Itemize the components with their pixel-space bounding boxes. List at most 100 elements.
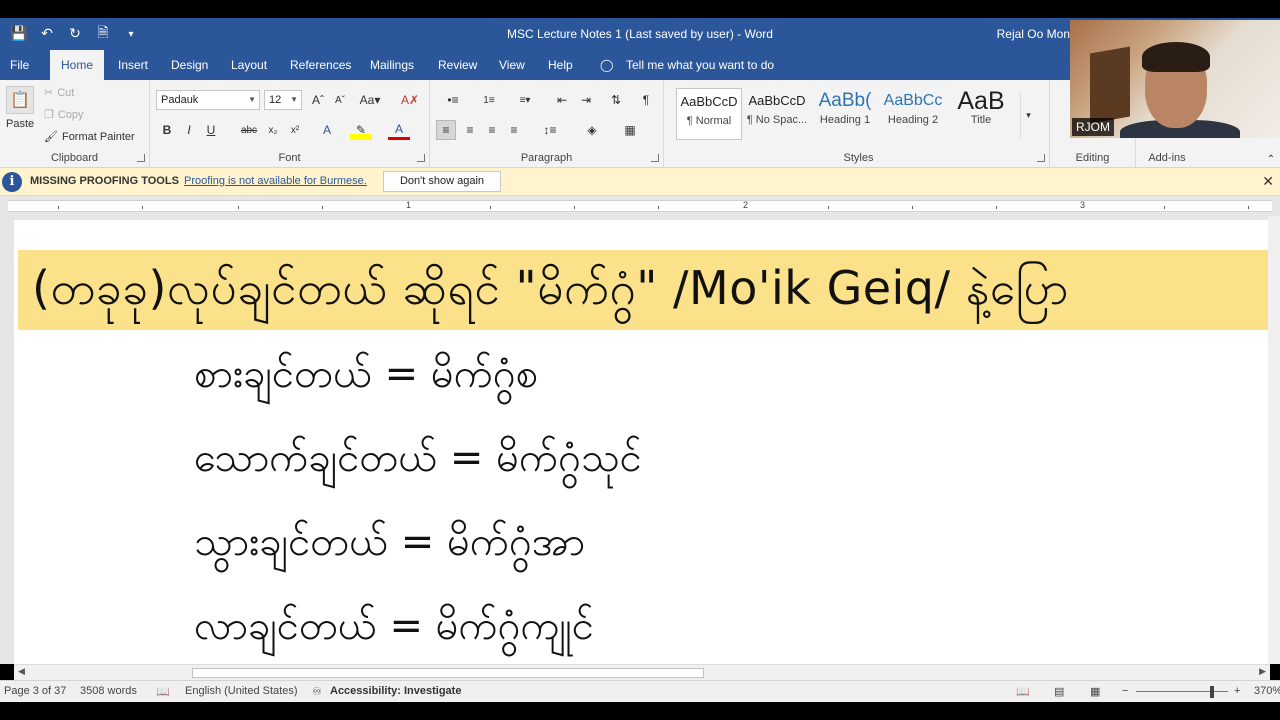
copy-button[interactable]: ❐ Copy [44, 108, 84, 122]
tab-insert[interactable]: Insert [118, 50, 148, 80]
tab-references[interactable]: References [290, 50, 351, 80]
tell-me-search[interactable]: Tell me what you want to do [626, 50, 774, 80]
text-line-1[interactable]: စားချင်တယ် = မိက်ဂွံစ [194, 348, 538, 407]
close-icon[interactable]: ✕ [1262, 173, 1274, 190]
tab-review[interactable]: Review [438, 50, 477, 80]
underline-button[interactable]: U [202, 120, 220, 140]
heading-text[interactable]: (တခုခု)လုပ်ချင်တယ် ဆိုရင် "မိက်ဂွံ" /Mo'… [32, 260, 1069, 327]
user-name[interactable]: Rejal Oo Mon [997, 27, 1070, 41]
font-launcher-icon[interactable] [417, 154, 425, 162]
tab-view[interactable]: View [499, 50, 525, 80]
ruler-tick [142, 206, 143, 209]
borders-icon[interactable]: ▦ [616, 120, 644, 140]
zoom-level[interactable]: 370% [1254, 685, 1280, 697]
style-name: Title [970, 114, 992, 126]
format-painter-button[interactable]: 🖌 Format Painter [44, 130, 135, 144]
italic-button[interactable]: I [180, 120, 198, 140]
word-count[interactable]: 3508 words [80, 685, 137, 697]
proofing-icon[interactable]: 📖 [156, 685, 170, 698]
bold-button[interactable]: B [158, 120, 176, 140]
align-center-icon[interactable]: ≡ [460, 120, 480, 140]
vertical-scrollbar[interactable] [1268, 216, 1280, 664]
sort-icon[interactable]: ⇅ [606, 90, 626, 110]
superscript-icon[interactable]: x² [286, 120, 304, 140]
clear-formatting-icon[interactable]: A✗ [400, 90, 420, 110]
accessibility-status[interactable]: Accessibility: Investigate [330, 685, 461, 697]
chevron-down-icon: ▼ [290, 95, 298, 104]
highlight-icon[interactable]: ✎ [350, 120, 372, 140]
lightbulb-icon[interactable]: ◯ [600, 50, 613, 80]
justify-icon[interactable]: ≡ [504, 120, 524, 140]
text-line-2[interactable]: သောက်ချင်တယ် = မိက်ဂွံသုင် [194, 432, 642, 491]
document-page[interactable]: (တခုခု)လုပ်ချင်တယ် ဆိုရင် "မိက်ဂွံ" /Mo'… [14, 220, 1270, 664]
styles-launcher-icon[interactable] [1037, 154, 1045, 162]
strikethrough-button[interactable]: abc [238, 120, 260, 140]
ruler-tick [574, 206, 575, 209]
paragraph-launcher-icon[interactable] [651, 154, 659, 162]
text-line-3[interactable]: သွားချင်တယ် = မိက်ဂွံအာ [194, 516, 585, 575]
font-color-icon[interactable]: A [388, 120, 410, 140]
ruler-mark-2: 2 [743, 200, 749, 210]
collapse-ribbon-icon[interactable]: ⌃ [1264, 152, 1278, 166]
style-no-spacing[interactable]: AaBbCcD ¶ No Spac... [744, 88, 810, 140]
ruler-mark-1: 1 [406, 200, 412, 210]
shrink-font-icon[interactable]: Aˇ [330, 90, 350, 110]
paste-icon[interactable]: 📋 [6, 86, 34, 114]
align-left-icon[interactable]: ≡ [436, 120, 456, 140]
multilevel-list-icon[interactable]: ≡▾ [510, 90, 540, 110]
styles-more-icon[interactable]: ▾ [1020, 92, 1036, 138]
tab-mailings[interactable]: Mailings [370, 50, 414, 80]
style-title[interactable]: AaB Title [948, 88, 1014, 140]
ruler-tick [828, 206, 829, 209]
cut-button[interactable]: ✂ Cut [44, 86, 74, 100]
horizontal-scrollbar[interactable]: ◀ ▶ [14, 664, 1270, 680]
scroll-right-icon[interactable]: ▶ [1259, 667, 1266, 677]
web-layout-icon[interactable]: ▦ [1090, 685, 1100, 698]
page-count[interactable]: Page 3 of 37 [4, 685, 66, 697]
text-line-4[interactable]: လာချင်တယ် = မိက်ဂွံကျုင် [194, 600, 594, 659]
paste-button[interactable]: Paste [6, 118, 34, 130]
style-heading-1[interactable]: AaBb( Heading 1 [812, 88, 878, 140]
tab-home[interactable]: Home [50, 50, 104, 80]
zoom-slider[interactable] [1136, 691, 1228, 692]
change-case-icon[interactable]: Aa▾ [356, 90, 384, 110]
tab-file[interactable]: File [10, 50, 29, 80]
ruler-tick [322, 206, 323, 209]
text-effects-icon[interactable]: A [316, 120, 338, 140]
line-spacing-icon[interactable]: ↕≡ [536, 120, 564, 140]
ruler-tick [490, 206, 491, 209]
align-right-icon[interactable]: ≡ [482, 120, 502, 140]
bullets-icon[interactable]: •≡ [438, 90, 468, 110]
horizontal-ruler[interactable]: 1 2 3 [0, 196, 1280, 216]
decrease-indent-icon[interactable]: ⇤ [552, 90, 572, 110]
grow-font-icon[interactable]: Aˆ [308, 90, 328, 110]
tab-help[interactable]: Help [548, 50, 573, 80]
print-layout-icon[interactable]: ▤ [1054, 685, 1064, 698]
zoom-out-icon[interactable]: − [1122, 685, 1128, 697]
zoom-in-icon[interactable]: + [1234, 685, 1240, 697]
style-preview: AaBbCcD [748, 93, 806, 108]
tab-design[interactable]: Design [171, 50, 208, 80]
tab-layout[interactable]: Layout [231, 50, 267, 80]
proofing-link[interactable]: Proofing is not available for Burmese. [184, 175, 367, 187]
scroll-thumb[interactable] [192, 668, 704, 678]
ruler-tick [658, 206, 659, 209]
paragraph-group: •≡ 1≡ ≡▾ ⇤ ⇥ ⇅ ¶ ≡ ≡ ≡ ≡ ↕≡ ◈ ▦ Paragrap… [430, 80, 664, 168]
font-size-combo[interactable]: 12 ▼ [264, 90, 302, 110]
read-mode-icon[interactable]: 📖 [1016, 685, 1030, 698]
zoom-slider-thumb[interactable] [1210, 686, 1214, 698]
subscript-icon[interactable]: x₂ [264, 120, 282, 140]
language[interactable]: English (United States) [185, 685, 298, 697]
dont-show-again-button[interactable]: Don't show again [383, 171, 501, 192]
font-name-combo[interactable]: Padauk ▼ [156, 90, 260, 110]
numbering-icon[interactable]: 1≡ [474, 90, 504, 110]
increase-indent-icon[interactable]: ⇥ [576, 90, 596, 110]
clipboard-launcher-icon[interactable] [137, 154, 145, 162]
show-formatting-icon[interactable]: ¶ [636, 90, 656, 110]
style-preview: AaB [957, 88, 1005, 114]
style-normal[interactable]: AaBbCcD ¶ Normal [676, 88, 742, 140]
scroll-left-icon[interactable]: ◀ [18, 667, 25, 677]
copy-icon: ❐ [44, 109, 54, 121]
shading-icon[interactable]: ◈ [578, 120, 606, 140]
style-heading-2[interactable]: AaBbCc Heading 2 [880, 88, 946, 140]
